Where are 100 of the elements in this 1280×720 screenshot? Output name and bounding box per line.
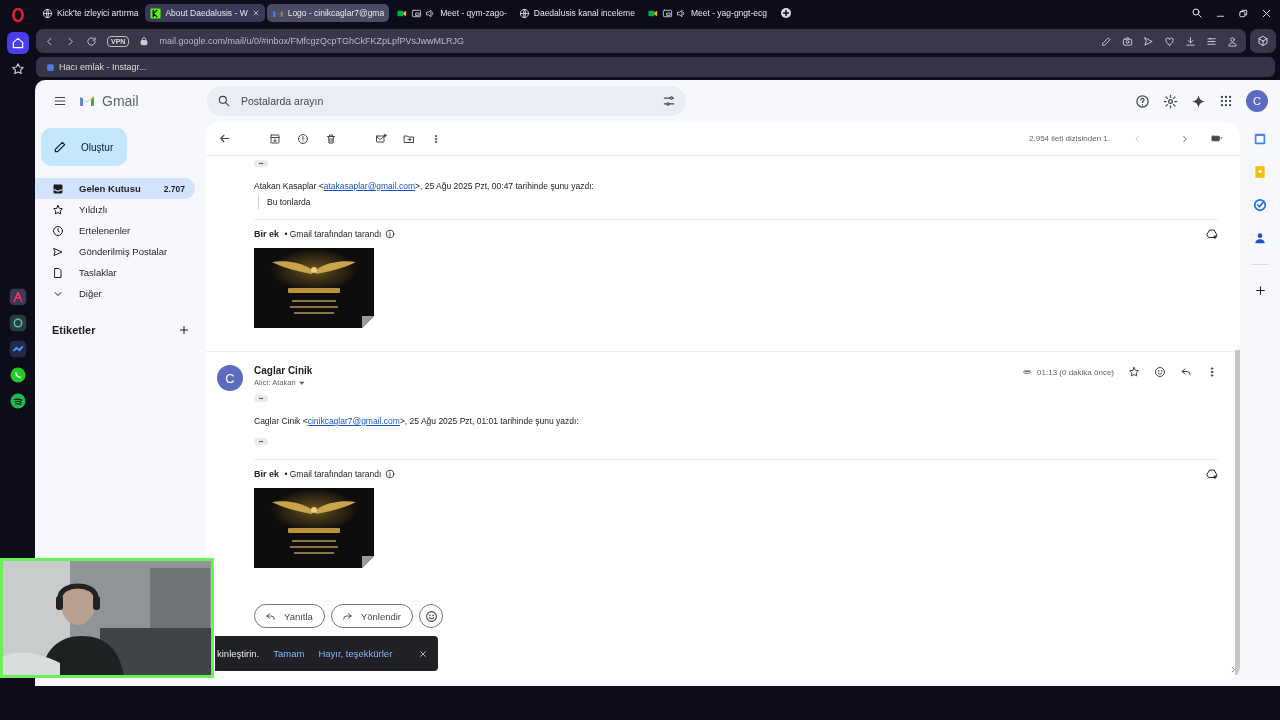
tab-title: Meet - yag-gngt-ecg (690, 8, 767, 18)
chevron-right-icon[interactable] (1180, 133, 1190, 144)
expand-chevron-icon[interactable] (1229, 665, 1238, 674)
show-trimmed-button[interactable] (254, 395, 268, 402)
bookmark[interactable]: Hacı emlak - Instagr... (46, 62, 147, 72)
section-heading: Etiketler (52, 324, 96, 336)
info-icon[interactable] (385, 469, 396, 479)
clock-icon (52, 224, 64, 237)
new-tab-icon[interactable] (780, 7, 792, 19)
browser-tab[interactable]: Meet - qym-zago- (391, 4, 512, 22)
browser-tab[interactable]: Logo - cinikcaglar7@gma (266, 4, 390, 22)
camera-icon[interactable] (1122, 35, 1133, 47)
sender-avatar: C (217, 365, 243, 391)
info-icon[interactable] (385, 229, 396, 239)
nav-item[interactable]: Diğer (35, 283, 195, 304)
mark-unread-icon[interactable] (375, 132, 387, 145)
search-bar[interactable]: Postalarda arayın (207, 86, 686, 116)
messenger-app-icon[interactable] (8, 340, 27, 358)
send-icon[interactable] (1143, 35, 1154, 47)
product-name: Gmail (102, 93, 139, 109)
nav-item[interactable]: Taslaklar (35, 262, 195, 283)
spotify-app-icon[interactable] (8, 392, 27, 410)
nav-item[interactable]: Ertelenenler (35, 220, 195, 241)
tab-title: Daedalusis kanal inceleme (533, 8, 635, 18)
add-to-drive-icon[interactable] (1206, 228, 1218, 240)
cube-icon (1257, 35, 1269, 47)
pencil-icon (53, 140, 67, 154)
compose-button[interactable]: Oluştur (41, 128, 127, 166)
quoted-text: Bu tonlarda (258, 195, 311, 209)
close-icon[interactable] (418, 648, 428, 659)
star-icon (52, 203, 64, 216)
reply-icon[interactable] (1180, 366, 1192, 378)
filter-options-icon[interactable] (662, 94, 676, 108)
forward-button[interactable]: Yönlendir (330, 604, 413, 628)
email-link[interactable]: cinikcaglar7@gmail.com (307, 416, 400, 426)
home-button[interactable] (6, 32, 29, 54)
star-icon[interactable] (1128, 366, 1140, 378)
show-trimmed-button[interactable] (254, 160, 268, 167)
menu-icon[interactable] (53, 94, 67, 108)
dots-icon (256, 396, 266, 401)
dropdown-icon[interactable] (297, 378, 306, 387)
emoji-icon[interactable] (1154, 366, 1166, 378)
apps-grid-icon[interactable] (1219, 94, 1233, 108)
browser-tab[interactable]: Kick'te izleyici artırma (37, 4, 144, 22)
pagination-text: 2.954 ileti dizisinden 1. (1029, 134, 1110, 143)
tab-title: Meet - qym-zago- (440, 8, 507, 18)
restore-icon[interactable] (1238, 7, 1249, 19)
picture-in-picture-icon (411, 7, 423, 19)
address-field[interactable]: mail.google.com/mail/u/0/#inbox/FMfcgzQcpTGhCkFKZpLpfPVsJwwMLRJG (159, 36, 464, 46)
chatgpt-app-icon[interactable] (8, 314, 27, 332)
reload-icon[interactable] (86, 35, 97, 47)
nav-item[interactable]: Gönderilmiş Postalar (35, 241, 195, 262)
globe-icon (518, 7, 530, 19)
move-to-folder-icon[interactable] (403, 132, 415, 145)
search-field[interactable]: Postalarda arayın (239, 94, 654, 108)
sliders-icon[interactable] (1206, 35, 1217, 47)
back-arrow-icon[interactable] (218, 132, 231, 145)
gmail-logo-icon[interactable] (77, 93, 97, 109)
calendar-app-icon[interactable] (1253, 132, 1267, 146)
heart-icon[interactable] (1164, 35, 1175, 47)
opera-logo-icon[interactable] (9, 6, 26, 24)
profile-icon[interactable] (1227, 35, 1238, 47)
browser-tab[interactable]: About Daedalusis - W (145, 4, 265, 22)
tasks-app-icon[interactable] (1253, 198, 1267, 212)
nav-item[interactable]: Gelen Kutusu 2.707 (35, 178, 195, 199)
lock-icon (139, 36, 150, 46)
browser-tab[interactable]: Meet - yag-gngt-ecg (641, 4, 772, 22)
account-avatar[interactable]: C (1246, 90, 1268, 112)
settings-icon[interactable] (1163, 93, 1178, 109)
send-icon (52, 245, 64, 258)
scrollbar[interactable] (1235, 350, 1240, 675)
show-trimmed-button[interactable] (254, 438, 268, 445)
home-icon (10, 36, 25, 50)
search-icon (217, 94, 231, 108)
report-spam-icon[interactable] (297, 132, 309, 145)
download-icon[interactable] (1185, 35, 1196, 47)
nav-item[interactable]: Yıldızlı (35, 199, 195, 220)
edit-icon[interactable] (1101, 35, 1112, 47)
kick-logo-icon (150, 7, 162, 19)
reply-button[interactable]: Yanıtla (254, 604, 325, 628)
contacts-app-icon[interactable] (1253, 231, 1267, 245)
trash-icon[interactable] (325, 132, 337, 145)
extensions-button[interactable] (1250, 29, 1276, 53)
archive-icon[interactable] (269, 132, 281, 145)
search-icon[interactable] (1191, 7, 1203, 19)
file-icon (52, 266, 64, 279)
toast-action[interactable]: Tamam (273, 648, 305, 659)
email-link[interactable]: atakasaplar@gmail.com (323, 181, 415, 191)
tab-title: Kick'te izleyici artırma (57, 8, 139, 18)
aria-app-icon[interactable] (8, 288, 27, 306)
browser-tab[interactable]: Daedalusis kanal inceleme (513, 4, 640, 22)
paperclip-icon (1021, 367, 1034, 377)
add-to-drive-icon[interactable] (1206, 468, 1218, 480)
sparkle-icon[interactable] (1191, 93, 1206, 109)
toast-action[interactable]: Hayır, teşekkürler (318, 648, 393, 659)
close-icon[interactable] (1261, 7, 1272, 19)
add-icon[interactable] (178, 324, 190, 336)
help-icon[interactable] (1135, 93, 1150, 109)
add-icon[interactable] (1253, 284, 1267, 297)
whatsapp-app-icon[interactable] (8, 366, 27, 384)
